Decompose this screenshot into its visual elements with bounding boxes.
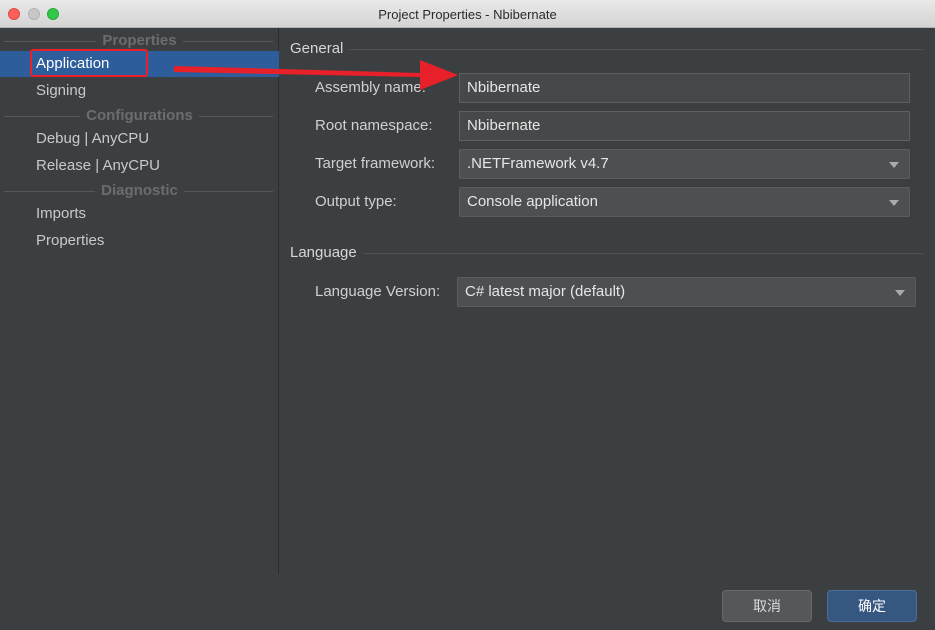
cancel-button[interactable]: 取消 xyxy=(722,590,812,622)
ok-button[interactable]: 确定 xyxy=(827,590,917,622)
annotation-arrow-shape xyxy=(174,60,458,90)
annotation-arrow xyxy=(174,60,458,90)
